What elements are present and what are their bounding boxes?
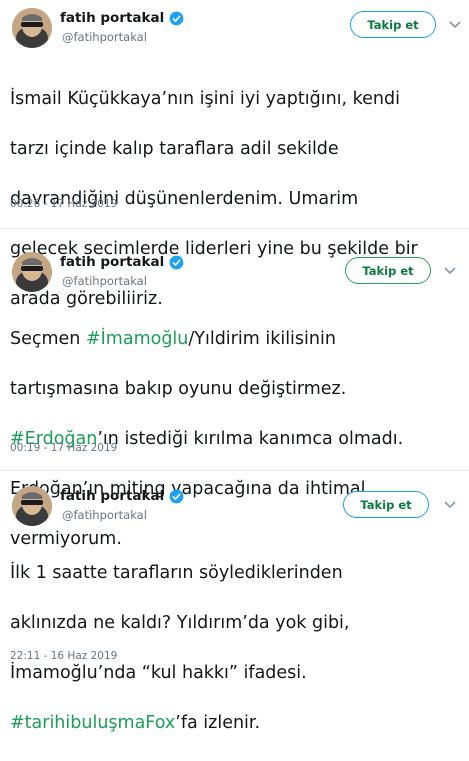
author-name[interactable]: fatih portakal	[60, 488, 164, 504]
tweet-3: fatih portakal @fatihportakal Takip et İ…	[0, 476, 469, 733]
tweet-2: fatih portakal @fatihportakal Takip et S…	[0, 240, 469, 549]
divider	[0, 470, 469, 471]
tweet-line: tarzı içinde kalıp taraflara adil sekild…	[10, 139, 339, 159]
tweet-line: İlk 1 saatte tarafların söylediklerinden	[10, 563, 343, 583]
verified-badge-icon	[169, 489, 184, 503]
chevron-down-icon[interactable]	[444, 267, 456, 275]
author-name[interactable]: fatih portakal	[60, 10, 164, 26]
verified-badge-icon	[169, 11, 184, 25]
follow-button[interactable]: Takip et	[343, 491, 429, 518]
tweet-timestamp[interactable]: 22:11 - 16 Haz 2019	[10, 650, 117, 662]
hashtag-link[interactable]: #İmamoğlu	[86, 329, 188, 349]
chevron-down-icon[interactable]	[444, 501, 456, 509]
tweet-line: İsmail Küçükkaya’nın işini iyi yaptığını…	[10, 89, 400, 109]
hashtag-link[interactable]: #tarihibuluşmaFox	[10, 713, 175, 733]
tweet-line: aklınızda ne kaldı? Yıldırım’da yok gibi…	[10, 613, 350, 633]
verified-badge-icon	[169, 255, 184, 269]
tweet-text: İlk 1 saatte tarafların söylediklerinden…	[10, 536, 465, 761]
divider	[0, 228, 469, 229]
author-handle[interactable]: @fatihportakal	[62, 30, 147, 44]
author-handle[interactable]: @fatihportakal	[62, 274, 147, 288]
tweet-line: İmamoğlu’nda “kul hakkı” ifadesi.	[10, 663, 307, 683]
tweet-timestamp[interactable]: 00:19 - 17 Haz 2019	[10, 442, 117, 454]
tweet-line: Seçmen #İmamoğlu/Yıldirim ikilisinin	[10, 329, 336, 349]
tweet-1: fatih portakal @fatihportakal Takip et İ…	[0, 0, 469, 309]
tweet-line: #tarihibuluşmaFox’fa izlenir.	[10, 713, 261, 733]
author-handle[interactable]: @fatihportakal	[62, 508, 147, 522]
avatar[interactable]	[12, 252, 52, 292]
tweet-line: tartışmasına bakıp oyunu değiştirmez.	[10, 379, 347, 399]
author-name[interactable]: fatih portakal	[60, 254, 164, 270]
avatar[interactable]	[12, 8, 52, 48]
tweet-timestamp[interactable]: 00:26 - 17 Haz 2019	[10, 198, 117, 210]
follow-button[interactable]: Takip et	[345, 257, 431, 284]
chevron-down-icon[interactable]	[449, 21, 461, 29]
avatar[interactable]	[12, 486, 52, 526]
follow-button[interactable]: Takip et	[350, 11, 436, 38]
